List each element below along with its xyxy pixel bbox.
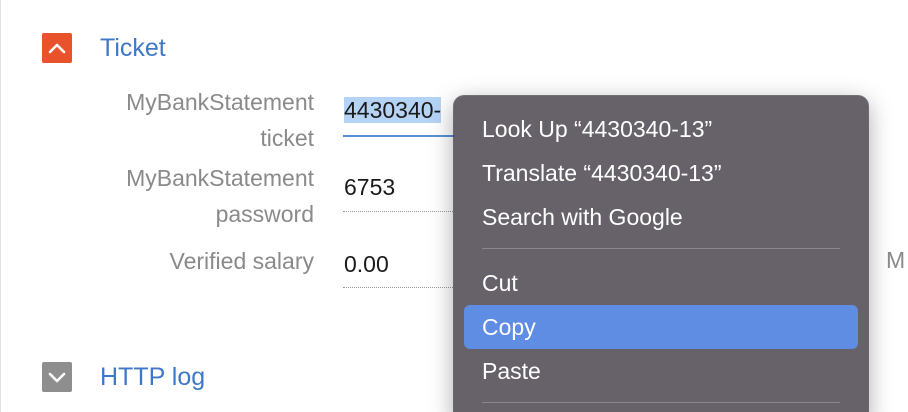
field-label-line: password: [215, 201, 314, 227]
password-input[interactable]: 6753: [343, 170, 397, 204]
verified-salary-input[interactable]: 0.00: [343, 247, 391, 281]
ticket-input-focus-underline: [343, 135, 455, 137]
chevron-down-icon[interactable]: [42, 362, 72, 392]
menu-item-copy[interactable]: Copy: [464, 305, 858, 349]
menu-item-cut[interactable]: Cut: [464, 261, 858, 305]
menu-separator: [482, 402, 840, 403]
verified-salary-underline: [343, 287, 455, 288]
password-input-underline: [343, 211, 455, 212]
field-label-line: Verified salary: [169, 248, 314, 274]
menu-separator: [482, 248, 840, 249]
field-label-password: MyBankStatement password: [126, 160, 314, 232]
field-label-line: MyBankStatement: [126, 89, 314, 115]
menu-item-look-up[interactable]: Look Up “4430340-13”: [464, 107, 858, 151]
field-label-ticket: MyBankStatement ticket: [126, 84, 314, 156]
left-divider: [0, 0, 1, 412]
menu-item-paste[interactable]: Paste: [464, 349, 858, 393]
section-header-ticket[interactable]: Ticket: [42, 33, 166, 63]
field-label-verified-salary: Verified salary: [170, 243, 314, 279]
chevron-up-icon[interactable]: [42, 33, 72, 63]
field-label-line: ticket: [260, 125, 314, 151]
section-title-http-log[interactable]: HTTP log: [100, 363, 205, 392]
menu-item-search-with-google[interactable]: Search with Google: [464, 195, 858, 239]
menu-item-translate[interactable]: Translate “4430340-13”: [464, 151, 858, 195]
section-title-ticket[interactable]: Ticket: [100, 34, 166, 63]
context-menu: Look Up “4430340-13” Translate “4430340-…: [454, 96, 868, 412]
section-header-http-log[interactable]: HTTP log: [42, 362, 205, 392]
page: Ticket MyBankStatement ticket 4430340- M…: [0, 0, 908, 412]
trailing-text: M: [886, 247, 906, 273]
selected-text: 4430340-: [344, 97, 442, 123]
field-label-line: MyBankStatement: [126, 165, 314, 191]
